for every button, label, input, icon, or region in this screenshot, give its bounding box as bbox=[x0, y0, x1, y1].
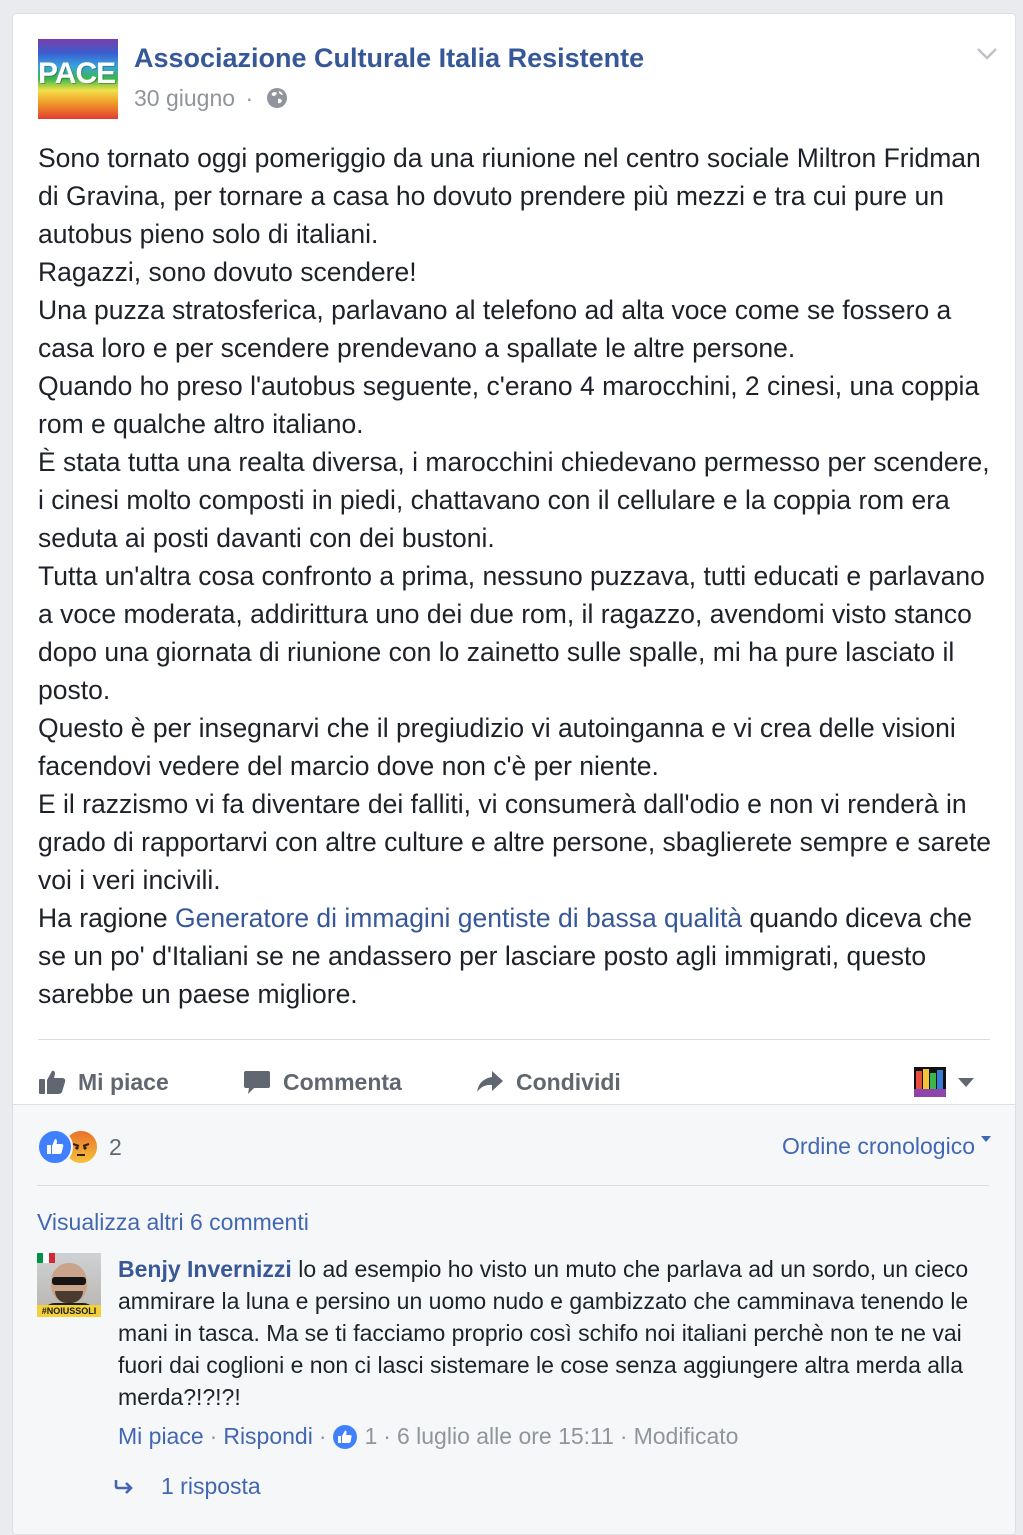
post-paragraph: E il razzismo vi fa diventare dei fallit… bbox=[38, 789, 992, 895]
comment-button[interactable]: Commenta bbox=[243, 1052, 402, 1112]
post-header: PACE Associazione Culturale Italia Resis… bbox=[38, 39, 998, 119]
order-label: Ordine cronologico bbox=[781, 1133, 975, 1159]
globe-icon[interactable] bbox=[266, 87, 288, 109]
like-reaction-icon bbox=[37, 1129, 73, 1165]
view-replies-link[interactable]: 1 risposta bbox=[113, 1473, 261, 1500]
post-card: PACE Associazione Culturale Italia Resis… bbox=[12, 13, 1016, 1535]
audience-avatar-icon bbox=[914, 1067, 946, 1097]
divider bbox=[38, 1039, 990, 1040]
like-count-icon[interactable] bbox=[332, 1424, 357, 1449]
divider bbox=[37, 1185, 989, 1186]
caret-down-icon bbox=[958, 1077, 974, 1087]
page-avatar[interactable]: PACE bbox=[38, 39, 118, 119]
view-more-comments-link[interactable]: Visualizza altri 6 commenti bbox=[37, 1209, 309, 1236]
share-button[interactable]: Condividi bbox=[476, 1052, 621, 1112]
comment-reply-link[interactable]: Rispondi bbox=[223, 1423, 313, 1450]
post-paragraph: Ragazzi, sono dovuto scendere! bbox=[38, 257, 417, 287]
comment-label: Commenta bbox=[283, 1068, 402, 1095]
share-arrow-icon bbox=[477, 1071, 503, 1092]
comment-order-dropdown[interactable]: Ordine cronologico bbox=[782, 1133, 991, 1160]
reaction-count: 2 bbox=[109, 1133, 122, 1160]
reply-arrow-icon bbox=[114, 1479, 133, 1494]
action-bar: Mi piace Commenta Condividi bbox=[38, 1052, 990, 1112]
meta-separator: · bbox=[383, 1423, 391, 1449]
comment-bubble-icon bbox=[244, 1071, 270, 1094]
comment-edited-label[interactable]: Modificato bbox=[634, 1423, 739, 1450]
reactions-summary[interactable]: 2 bbox=[37, 1129, 122, 1165]
post-paragraph: Questo è per insegnarvi che il pregiudiz… bbox=[38, 713, 956, 781]
like-button[interactable]: Mi piace bbox=[38, 1052, 169, 1112]
page-name[interactable]: Associazione Culturale Italia Resistente bbox=[134, 43, 644, 74]
thumbs-up-icon bbox=[39, 1070, 66, 1094]
page-mention-link[interactable]: Generatore di immagini gentiste di bassa… bbox=[175, 903, 742, 933]
comments-area: 2 Ordine cronologico Visualizza altri 6 … bbox=[13, 1104, 1015, 1534]
meta-separator: · bbox=[245, 85, 254, 111]
audience-selector[interactable] bbox=[914, 1052, 990, 1112]
avatar-hashtag: #NOIUSSOLI bbox=[37, 1305, 101, 1317]
post-paragraph: È stata tutta una realta diversa, i maro… bbox=[38, 447, 990, 553]
post-paragraph: Tutta un'altra cosa confronto a prima, n… bbox=[38, 561, 985, 705]
post-paragraph: Quando ho preso l'autobus seguente, c'er… bbox=[38, 371, 980, 439]
replies-count: 1 risposta bbox=[161, 1473, 261, 1499]
comment-body: Benjy Invernizzi lo ad esempio ho visto … bbox=[118, 1253, 988, 1413]
meta-separator: · bbox=[619, 1423, 628, 1449]
like-label: Mi piace bbox=[78, 1068, 169, 1095]
italian-flag-icon bbox=[37, 1253, 55, 1263]
comment-like-link[interactable]: Mi piace bbox=[118, 1423, 204, 1450]
share-label: Condividi bbox=[516, 1068, 621, 1095]
comment-like-count: 1 bbox=[364, 1423, 378, 1449]
meta-separator: · bbox=[318, 1423, 327, 1449]
sunglasses-icon bbox=[52, 1277, 86, 1285]
commenter-name[interactable]: Benjy Invernizzi bbox=[118, 1256, 292, 1282]
avatar-text: PACE bbox=[38, 57, 116, 90]
post-date[interactable]: 30 giugno bbox=[134, 85, 235, 111]
chevron-down-icon[interactable] bbox=[976, 47, 998, 61]
commenter-avatar[interactable]: #NOIUSSOLI bbox=[37, 1253, 101, 1317]
comment-timestamp[interactable]: 6 luglio alle ore 15:11 bbox=[397, 1423, 614, 1450]
post-text: Ha ragione bbox=[38, 903, 176, 933]
post-paragraph: Sono tornato oggi pomeriggio da una riun… bbox=[38, 143, 981, 249]
caret-down-icon bbox=[981, 1136, 991, 1142]
post-paragraph-last: Ha ragione Generatore di immagini gentis… bbox=[38, 899, 998, 1013]
post-body: Sono tornato oggi pomeriggio da una riun… bbox=[38, 139, 998, 1013]
comment-meta: Mi piace · Rispondi · 1 · 6 luglio alle … bbox=[118, 1423, 738, 1450]
post-meta: 30 giugno · bbox=[134, 85, 288, 112]
post-paragraph: Una puzza stratosferica, parlavano al te… bbox=[38, 295, 952, 363]
meta-separator: · bbox=[209, 1423, 218, 1449]
